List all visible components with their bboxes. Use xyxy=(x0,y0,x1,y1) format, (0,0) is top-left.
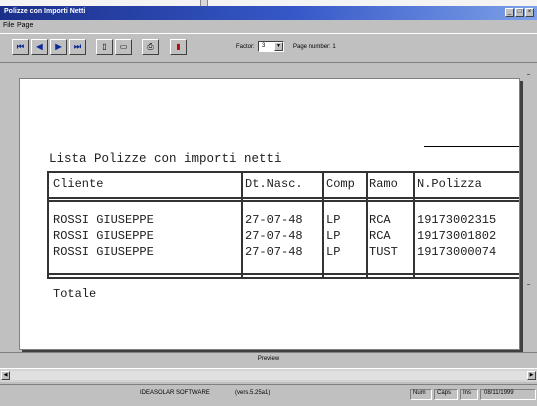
menu-file[interactable]: File xyxy=(3,22,14,29)
report-table: Cliente Dt.Nasc. Comp Ramo N.Polizza ROS… xyxy=(47,171,519,304)
cell-ramo: RCA xyxy=(369,213,391,227)
close-button[interactable]: × xyxy=(525,8,534,17)
exit-icon: ▮ xyxy=(176,42,181,51)
scroll-track[interactable] xyxy=(10,371,527,380)
maximize-button[interactable]: □ xyxy=(515,8,524,17)
window-controls: _ □ × xyxy=(505,8,534,17)
column-header: Comp xyxy=(326,177,355,191)
preview-workspace: Lista Polizze con importi netti Cliente … xyxy=(0,64,537,352)
cell-comp: LP xyxy=(326,245,341,259)
table-rule xyxy=(47,197,519,199)
cell-dt-nasc: 27-07-48 xyxy=(245,245,303,259)
whole-page-button[interactable]: ▯ xyxy=(96,39,113,55)
window-title: Polizze con Importi Netti xyxy=(4,8,86,15)
report-title: Lista Polizze con importi netti xyxy=(49,152,282,166)
status-bar: IDEASOLAR SOFTWARE (vers.5.25a1) Num Cap… xyxy=(0,384,537,406)
title-bar[interactable]: Polizze con Importi Netti _ □ × xyxy=(0,6,537,20)
table-border xyxy=(47,171,49,279)
page-width-icon: ▭ xyxy=(119,42,128,51)
print-button[interactable]: ⎙ xyxy=(142,39,159,55)
column-divider xyxy=(241,171,243,279)
cell-polizza: 19173001802 xyxy=(417,229,497,243)
first-page-icon: ⏮ xyxy=(16,42,25,51)
prev-page-button[interactable]: ◀ xyxy=(31,39,48,55)
cell-cliente: ROSSI GIUSEPPE xyxy=(53,229,154,243)
report-page: Lista Polizze con importi netti Cliente … xyxy=(19,78,520,350)
prev-page-icon: ◀ xyxy=(36,42,43,51)
column-header: N.Polizza xyxy=(417,177,482,191)
last-page-icon: ⏭ xyxy=(73,42,82,51)
total-label: Totale xyxy=(53,287,97,301)
status-ins: Ins xyxy=(463,390,472,396)
cell-comp: LP xyxy=(326,229,341,243)
margin-mark xyxy=(527,284,530,285)
callout-line xyxy=(424,146,519,147)
column-divider xyxy=(322,171,324,279)
zoom-select[interactable]: 3 ▼ xyxy=(258,41,284,52)
status-version: (vers.5.25a1) xyxy=(235,390,271,396)
minimize-button[interactable]: _ xyxy=(505,8,514,17)
page-number: Page number: 1 xyxy=(293,44,336,50)
first-page-button[interactable]: ⏮ xyxy=(12,39,29,55)
cell-cliente: ROSSI GIUSEPPE xyxy=(53,213,154,227)
horizontal-scrollbar[interactable]: ◀ ▶ xyxy=(0,368,537,382)
cell-ramo: RCA xyxy=(369,229,391,243)
cell-polizza: 19173002315 xyxy=(417,213,497,227)
table-rule xyxy=(47,171,519,173)
status-company: IDEASOLAR SOFTWARE xyxy=(140,390,210,396)
column-header: Dt.Nasc. xyxy=(245,177,303,191)
cell-ramo: TUST xyxy=(369,245,398,259)
preview-panel-label: Preview xyxy=(0,352,537,366)
column-header: Cliente xyxy=(53,177,104,191)
menu-bar: File Page xyxy=(0,20,537,32)
margin-mark xyxy=(527,74,530,75)
last-page-button[interactable]: ⏭ xyxy=(69,39,86,55)
table-rule xyxy=(47,200,519,202)
column-header: Ramo xyxy=(369,177,398,191)
cell-comp: LP xyxy=(326,213,341,227)
column-divider xyxy=(413,171,415,279)
scroll-right-icon[interactable]: ▶ xyxy=(527,371,536,380)
cell-cliente: ROSSI GIUSEPPE xyxy=(53,245,154,259)
chevron-down-icon[interactable]: ▼ xyxy=(274,42,283,51)
menu-page[interactable]: Page xyxy=(17,22,33,29)
cell-dt-nasc: 27-07-48 xyxy=(245,229,303,243)
next-page-button[interactable]: ▶ xyxy=(50,39,67,55)
column-divider xyxy=(366,171,368,279)
preview-label: Preview xyxy=(257,356,280,362)
cell-dt-nasc: 27-07-48 xyxy=(245,213,303,227)
table-rule xyxy=(47,277,519,279)
table-rule xyxy=(47,273,519,275)
toolbar: ⏮ ◀ ▶ ⏭ ▯ ▭ ⎙ ▮ Factor: 3 ▼ Page number:… xyxy=(0,33,537,63)
status-num: Num xyxy=(413,390,426,396)
print-icon: ⎙ xyxy=(147,42,154,51)
page-icon: ▯ xyxy=(102,42,107,51)
page-width-button[interactable]: ▭ xyxy=(115,39,132,55)
status-date: 08/11/1999 xyxy=(484,390,514,396)
zoom-label: Factor: xyxy=(236,44,255,50)
cell-polizza: 19173000074 xyxy=(417,245,497,259)
scroll-left-icon[interactable]: ◀ xyxy=(1,371,10,380)
exit-button[interactable]: ▮ xyxy=(170,39,187,55)
next-page-icon: ▶ xyxy=(55,42,62,51)
zoom-value: 3 xyxy=(262,43,266,49)
status-caps: Caps xyxy=(437,390,452,396)
